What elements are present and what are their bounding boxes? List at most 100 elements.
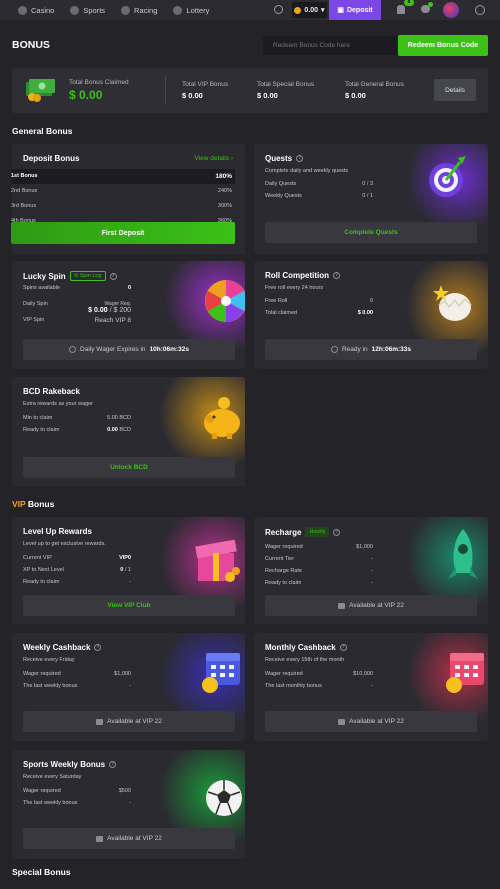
top-bar: Casino Sports Racing Lottery 0.00 ▾ ▣ Depo… xyxy=(0,0,500,20)
balance-selector[interactable]: 0.00 ▾ xyxy=(292,2,327,18)
table-row: 3rd Bonus 300% xyxy=(11,203,232,209)
roll-ready-timer: Ready in 12h:06m:33s xyxy=(265,339,477,360)
card-subtitle: Receive every 15th of the month xyxy=(265,657,345,663)
free-roll-row: Free Roll 0 xyxy=(265,298,373,304)
sports-locked-button: Available at VIP 22 xyxy=(23,828,235,849)
divider xyxy=(165,76,166,105)
help-icon[interactable]: ? xyxy=(339,644,347,651)
help-icon[interactable]: ? xyxy=(109,272,117,280)
card-subtitle: Receive every Saturday xyxy=(23,774,82,780)
globe-icon[interactable] xyxy=(475,5,485,15)
card-title: BCD Rakeback xyxy=(23,387,80,396)
notification-badge: 8 xyxy=(404,0,414,6)
nav-casino[interactable]: Casino xyxy=(18,5,54,15)
target-icon xyxy=(429,156,466,197)
nav-lottery[interactable]: Lottery xyxy=(173,5,209,15)
lock-icon xyxy=(96,718,104,725)
ready-claim-row: Ready to claim - xyxy=(265,580,373,586)
deposit-button[interactable]: ▣ Deposit xyxy=(329,0,381,20)
racing-icon xyxy=(121,5,131,15)
spin-log-tag[interactable]: ⟲ Spin Log xyxy=(69,271,106,281)
sports-icon xyxy=(70,5,80,15)
quests-card: Quests? Complete daily and weekly quests… xyxy=(254,144,488,254)
card-subtitle: Extra rewards as your wager xyxy=(23,401,93,407)
min-claim-row: Min to claim 5.00 BCD xyxy=(23,415,131,421)
monthly-locked-button: Available at VIP 22 xyxy=(265,711,477,732)
card-title: Sports Weekly Bonus xyxy=(23,760,106,769)
special-bonus-heading: Special Bonus xyxy=(12,867,71,877)
chat-online-dot xyxy=(428,2,433,7)
daily-spin-row: Daily Spin Wager Req. $ 0.00 / $ 200 xyxy=(23,301,131,314)
card-subtitle: Level up to get exclusive rewards. xyxy=(23,541,106,547)
details-button[interactable]: Details xyxy=(434,79,476,101)
redeem-code-button[interactable]: Redeem Bonus Code xyxy=(398,35,488,56)
main-nav: Casino Sports Racing Lottery xyxy=(18,5,209,15)
current-vip-row: Current VIP VIP0 xyxy=(23,555,131,561)
calendar-icon xyxy=(446,653,484,693)
weekly-quests-row: Weekly Quests 0 / 1 xyxy=(265,193,373,199)
calendar-icon xyxy=(202,653,240,693)
nav-racing[interactable]: Racing xyxy=(121,5,157,15)
card-title: Weekly Cashback xyxy=(23,643,91,652)
total-special: Total Special Bonus $ 0.00 xyxy=(257,81,315,100)
spin-wheel-icon xyxy=(205,280,245,322)
ready-claim-row: Ready to claim - xyxy=(23,579,131,585)
search-icon[interactable] xyxy=(274,5,283,14)
recharge-rate-row: Recharge Rate - xyxy=(265,568,373,574)
card-subtitle: Complete daily and weekly quests xyxy=(265,168,349,174)
help-icon[interactable]: ? xyxy=(333,528,341,536)
wager-required-row: Wager required $10,000 xyxy=(265,671,373,677)
lock-icon xyxy=(338,718,346,725)
help-icon[interactable]: ? xyxy=(109,761,117,768)
vip-bonus-heading: VIP Bonus xyxy=(12,499,55,509)
card-subtitle: Receive every Friday xyxy=(23,657,75,663)
bell-icon[interactable] xyxy=(397,5,405,14)
view-vip-club-button[interactable]: View VIP Club xyxy=(23,595,235,616)
total-claimed-row: Total claimed $ 0.00 xyxy=(265,310,373,316)
lock-icon xyxy=(338,602,346,609)
table-row: 2nd Bonus 240% xyxy=(11,188,232,194)
recharge-locked-button: Available at VIP 22 xyxy=(265,595,477,616)
card-title: Monthly Cashback xyxy=(265,643,336,652)
spins-available-row: Spins available 0 xyxy=(23,285,131,291)
chevron-right-icon: › xyxy=(230,155,233,162)
piggy-bank-icon xyxy=(204,397,240,439)
page-title: BONUS xyxy=(12,39,50,51)
current-tier-row: Current Tier - xyxy=(265,556,373,562)
unlock-bcd-button[interactable]: Unlock BCD xyxy=(23,457,235,478)
egg-icon xyxy=(433,285,472,321)
lottery-icon xyxy=(173,5,183,15)
weekly-cashback-card: Weekly Cashback? Receive every Friday Wa… xyxy=(12,633,245,741)
view-details-link[interactable]: View details › xyxy=(194,155,233,162)
bcd-rakeback-card: BCD Rakeback Extra rewards as your wager… xyxy=(12,377,245,486)
first-deposit-button[interactable]: First Deposit xyxy=(11,222,235,244)
complete-quests-button[interactable]: Complete Quests xyxy=(265,222,477,243)
help-icon[interactable]: ? xyxy=(94,644,102,651)
table-row: 1st Bonus 180% xyxy=(11,169,235,184)
wager-required-row: Wager required $500 xyxy=(23,788,131,794)
gift-box-icon xyxy=(195,539,240,582)
sports-weekly-bonus-card: Sports Weekly Bonus? Receive every Satur… xyxy=(12,750,245,859)
coin-icon xyxy=(294,6,302,14)
help-icon[interactable]: ? xyxy=(296,155,304,162)
wager-required-row: Wager required $1,000 xyxy=(265,544,373,550)
total-general: Total General Bonus $ 0.00 xyxy=(345,81,404,100)
daily-wager-timer: Daily Wager Expires in 10h:06m:32s xyxy=(23,339,235,360)
total-claimed: Total Bonus Claimed $ 0.00 xyxy=(69,79,129,102)
general-bonus-heading: General Bonus xyxy=(12,126,73,136)
daily-quests-row: Daily Quests 0 / 3 xyxy=(265,181,373,187)
avatar[interactable] xyxy=(443,2,459,18)
card-subtitle: Free roll every 24 hours xyxy=(265,285,324,291)
help-icon[interactable]: ? xyxy=(333,272,340,279)
wager-required-row: Wager required $1,000 xyxy=(23,671,131,677)
total-vip: Total VIP Bonus $ 0.00 xyxy=(182,81,229,100)
bonus-code-input[interactable] xyxy=(263,36,397,55)
last-bonus-row: The last weekly bonus - xyxy=(23,800,131,806)
card-title: Lucky Spin xyxy=(23,271,66,281)
card-title: Roll Competition xyxy=(265,271,329,280)
last-bonus-row: The last monthly bonus - xyxy=(265,683,373,689)
card-title: Recharge xyxy=(265,527,302,537)
soccer-ball-icon xyxy=(206,780,242,816)
clock-icon xyxy=(69,346,77,353)
nav-sports[interactable]: Sports xyxy=(70,5,105,15)
